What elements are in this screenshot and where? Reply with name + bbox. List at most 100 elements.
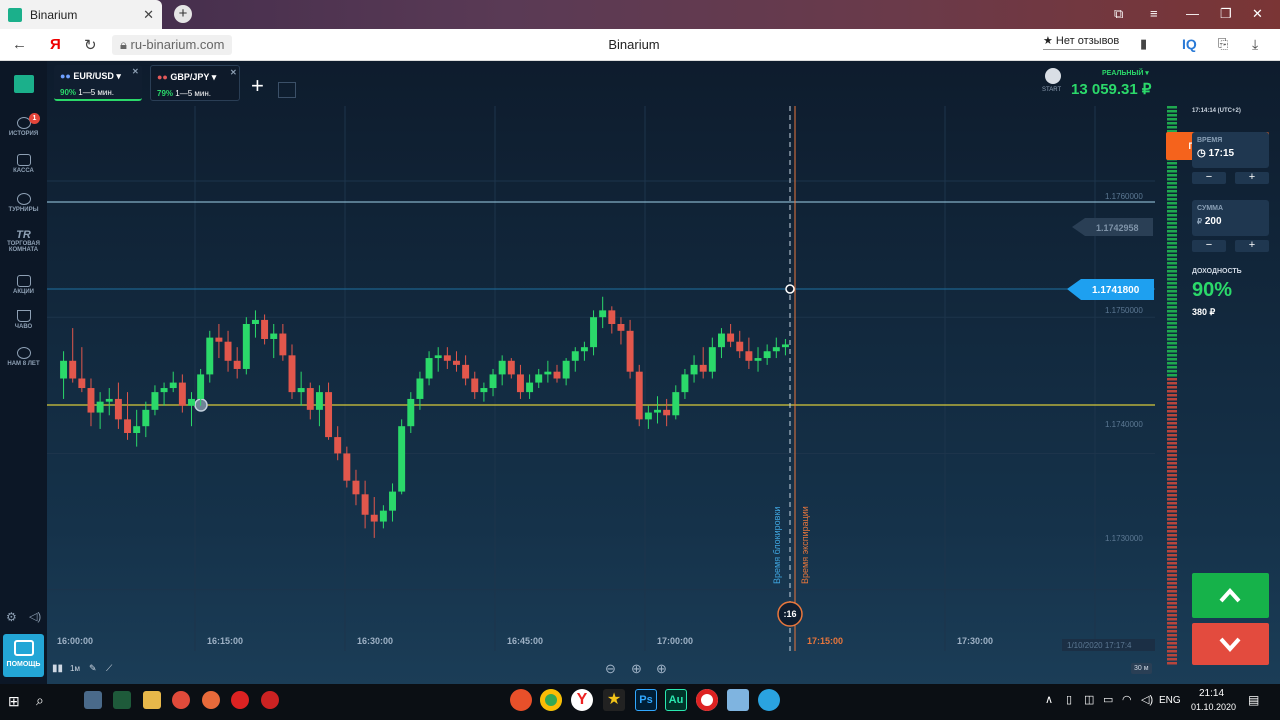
remote-desktop-icon[interactable] [727,689,749,711]
sentiment-segment [1167,202,1177,205]
reviews-button[interactable]: ★ Нет отзывов [1043,34,1120,50]
favorites-icon[interactable]: ★ [603,689,625,711]
tray-chevron-icon[interactable]: ∧ [1045,693,1053,706]
candle-body [142,409,150,427]
pencil-icon[interactable]: ✎ [89,663,97,674]
asset-tab-eurusd[interactable]: ●● EUR/USD ▾ 90% 1—5 мин. ✕ [54,65,142,101]
sidebar-item-anniversary[interactable]: НАМ 8 ЛЕТ [0,347,47,367]
recorder-icon[interactable] [696,689,718,711]
timeframe-button[interactable]: 1м [70,664,80,673]
close-asset-icon[interactable]: ✕ [230,68,237,77]
center-chart-icon[interactable]: ⊕ [631,661,642,677]
notifications-icon[interactable]: ▤ [1248,693,1259,707]
sidebar-item-cashier[interactable]: КАССА [0,154,47,174]
sentiment-segment [1167,662,1177,665]
app-tray-icon[interactable]: ◫ [1084,693,1094,706]
close-tab-icon[interactable]: ✕ [143,7,154,23]
binarium-logo[interactable] [14,75,34,93]
chrome-small-icon[interactable] [172,691,190,709]
add-asset-button[interactable]: + [251,73,264,99]
start-icon[interactable] [1045,68,1061,84]
folder-icon[interactable] [143,691,161,709]
candle-body [553,371,561,379]
amount-field[interactable]: СУММА ₽ 200 [1192,200,1269,236]
sentiment-segment [1167,294,1177,297]
browser-small-icon[interactable] [202,691,220,709]
sidebar-item-faq[interactable]: ЧАВО [0,310,47,330]
iq-extension-icon[interactable]: IQ [1182,36,1197,52]
candle-body [644,412,652,420]
new-tab-button[interactable]: + [174,5,192,23]
amount-minus-button[interactable]: − [1192,240,1226,252]
time-minus-button[interactable]: − [1192,172,1226,184]
translate-icon[interactable]: ⎘ [1218,36,1228,52]
sentiment-segment [1167,546,1177,549]
settings-icon[interactable]: ⚙ [6,610,17,624]
sidebar-item-tournaments[interactable]: ТУРНИРЫ [0,193,47,213]
chart-type-icon[interactable]: ▮▮ [52,663,63,674]
time-plus-button[interactable]: + [1235,172,1269,184]
close-window-icon[interactable]: ✕ [1252,6,1263,22]
bookmark-icon[interactable]: ▮ [1140,36,1147,52]
audition-icon[interactable]: Au [665,689,687,711]
minimize-icon[interactable]: — [1186,6,1199,21]
sidebar-item-trading-room[interactable]: TR ТОРГОВАЯ КОМНАТА [0,229,47,253]
gbpjpy-flags-icon: ●● [157,72,168,82]
bookmarks-icon[interactable]: ⧉ [1114,6,1123,22]
call-up-button[interactable] [1192,573,1269,618]
sentiment-segment [1167,598,1177,601]
windows-start-icon[interactable]: ⊞ [8,693,20,710]
sentiment-segment [1167,414,1177,417]
computer-icon[interactable] [84,691,102,709]
battery-icon[interactable]: ▭ [1103,693,1113,706]
taskbar-date[interactable]: 01.10.2020 [1191,702,1236,712]
download-icon[interactable]: ⤓ [1252,36,1258,53]
zoom-out-icon[interactable]: ⊖ [605,661,616,677]
asset-tab-gbpjpy[interactable]: ●● GBP/JPY ▾ 79% 1—5 мин. ✕ [150,65,240,101]
candle-body [251,319,259,324]
usb-icon[interactable]: ▯ [1066,693,1072,706]
sentiment-segment [1167,338,1177,341]
expiry-time-field[interactable]: ВРЕМЯ ◷ 17:15 [1192,132,1269,168]
wifi-icon[interactable]: ◠ [1122,693,1132,706]
sentiment-segment [1167,362,1177,365]
record-small-icon[interactable] [261,691,279,709]
language-indicator[interactable]: ENG [1159,695,1181,706]
yandex-small-icon[interactable] [231,691,249,709]
price-chart[interactable]: :16 Время блокировки Время экспирации 1.… [47,106,1155,651]
menu-icon[interactable]: ≡ [1150,6,1158,21]
put-down-button[interactable] [1192,623,1269,665]
yandex-browser-icon[interactable]: Y [571,689,593,711]
zoom-level[interactable]: 30 м [1131,663,1152,674]
candle-body [425,358,433,379]
chrome-icon[interactable] [540,689,562,711]
ccleaner-icon[interactable] [510,689,532,711]
yield-amount: 380 ₽ [1192,307,1216,317]
indicators-icon[interactable]: ⟋ [106,663,112,674]
asset-term: 1—5 мин. [175,89,211,98]
candle-body [516,374,524,393]
sidebar-item-promotions[interactable]: АКЦИИ [0,275,47,295]
close-asset-icon[interactable]: ✕ [132,67,139,76]
amount-plus-button[interactable]: + [1235,240,1269,252]
sidebar-item-history[interactable]: ИСТОРИЯ 1 [0,113,47,137]
taskbar-time[interactable]: 21:14 [1199,688,1224,699]
sentiment-segment [1167,590,1177,593]
telegram-icon[interactable] [758,689,780,711]
photoshop-icon[interactable]: Ps [635,689,657,711]
sentiment-segment [1167,474,1177,477]
volume-icon[interactable]: ◁) [1141,693,1153,706]
audition-small-icon[interactable] [113,691,131,709]
account-type[interactable]: РЕАЛЬНЫЙ ▾ [1102,69,1149,77]
restore-icon[interactable]: ❐ [1220,6,1232,22]
zoom-in-icon[interactable]: ⊕ [656,661,667,677]
sentiment-segment [1167,270,1177,273]
help-button[interactable]: ПОМОЩЬ [3,634,44,677]
sound-icon[interactable]: ◁) [29,610,41,623]
browser-tab[interactable]: Binarium ✕ [0,0,162,29]
layout-grid-icon[interactable] [278,82,296,98]
sentiment-segment [1167,618,1177,621]
candle-body [608,310,616,324]
sentiment-segment [1167,602,1177,605]
search-icon[interactable]: ⌕ [36,692,44,709]
